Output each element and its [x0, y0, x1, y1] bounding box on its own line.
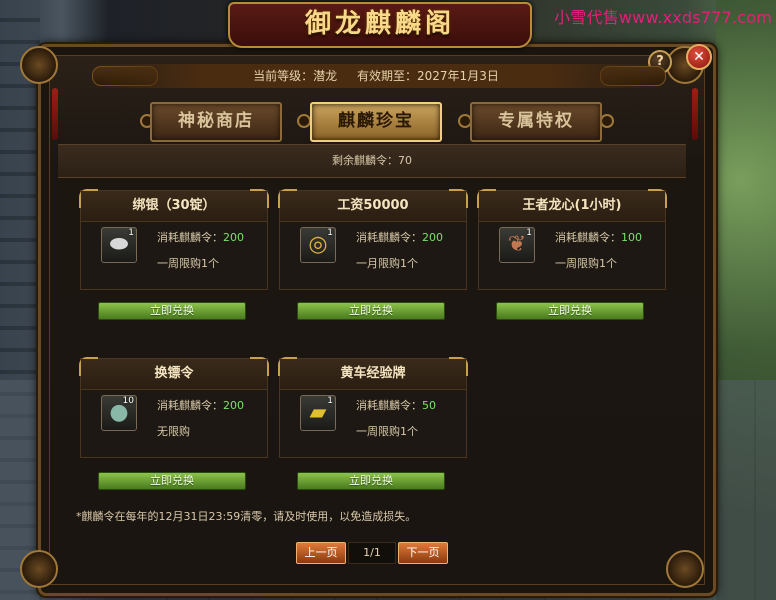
item-limit: 一周限购1个	[157, 257, 219, 270]
expiry-date: 有效期至：2027年1月3日	[357, 69, 499, 83]
info-bar: 当前等级：潜龙 有效期至：2027年1月3日	[88, 64, 664, 88]
item-limit: 一月限购1个	[356, 257, 418, 270]
item-count: 10	[122, 396, 134, 406]
corner-ornament	[20, 550, 58, 588]
tab-qilin-treasure[interactable]: 麒麟珍宝	[310, 102, 442, 142]
item-cost: 消耗麒麟令：50	[356, 397, 436, 413]
corner-ornament	[666, 550, 704, 588]
item-limit: 一周限购1个	[356, 425, 418, 438]
item-count: 1	[327, 228, 333, 238]
cost-value: 200	[422, 231, 443, 244]
redeem-button[interactable]: 立即兑换	[297, 302, 445, 320]
tassel-right	[692, 88, 698, 140]
tassel-left	[52, 88, 58, 140]
shop-item-card: 黄车经验牌 ▰ 1 消耗麒麟令：50 一周限购1个	[278, 357, 468, 458]
watermark: 小雪代售www.xxds777.com	[554, 8, 772, 27]
item-count: 1	[128, 228, 134, 238]
tab-knot-icon	[600, 114, 614, 128]
item-cost: 消耗麒麟令：200	[157, 229, 244, 245]
cost-value: 100	[621, 231, 642, 244]
shop-item-card: 王者龙心(1小时) ❦ 1 消耗麒麟令：100 一周限购1个	[477, 189, 667, 290]
redeem-button[interactable]: 立即兑换	[98, 302, 246, 320]
next-page-button[interactable]: 下一页	[398, 542, 448, 564]
item-title: 黄车经验牌	[280, 359, 466, 390]
close-button[interactable]: ✕	[686, 44, 712, 70]
yellow-cart-icon[interactable]: ▰ 1	[300, 395, 336, 431]
gold-coins-icon[interactable]: ◎ 1	[300, 227, 336, 263]
item-title: 换镖令	[81, 359, 267, 390]
cost-value: 200	[223, 399, 244, 412]
item-count: 1	[327, 396, 333, 406]
cost-label: 消耗麒麟令：	[157, 399, 223, 412]
item-title: 绑银（30锭）	[81, 191, 267, 222]
item-cost: 消耗麒麟令：200	[157, 397, 244, 413]
current-level: 当前等级：潜龙	[253, 69, 338, 83]
reset-notice: *麒麟令在每年的12月31日23:59清零，请及时使用，以免造成损失。	[76, 510, 417, 523]
redeem-button[interactable]: 立即兑换	[297, 472, 445, 490]
cost-label: 消耗麒麟令：	[356, 231, 422, 244]
redeem-button[interactable]: 立即兑换	[98, 472, 246, 490]
tab-exclusive-privilege[interactable]: 专属特权	[470, 102, 602, 142]
silver-ingot-icon[interactable]: ⬬ 1	[101, 227, 137, 263]
cost-value: 50	[422, 399, 436, 412]
cost-label: 消耗麒麟令：	[356, 399, 422, 412]
item-limit: 一周限购1个	[555, 257, 617, 270]
redeem-button[interactable]: 立即兑换	[496, 302, 644, 320]
title-banner: 御龙麒麟阁	[228, 2, 532, 48]
item-cost: 消耗麒麟令：200	[356, 229, 443, 245]
dragon-heart-icon[interactable]: ❦ 1	[499, 227, 535, 263]
cost-label: 消耗麒麟令：	[555, 231, 621, 244]
item-count: 1	[526, 228, 532, 238]
remaining-tokens: 剩余麒麟令：70	[58, 144, 686, 178]
item-cost: 消耗麒麟令：100	[555, 229, 642, 245]
corner-ornament	[20, 46, 58, 84]
shop-item-card: 换镖令 ● 10 消耗麒麟令：200 无限购	[79, 357, 269, 458]
cost-label: 消耗麒麟令：	[157, 231, 223, 244]
tab-mystery-shop[interactable]: 神秘商店	[150, 102, 282, 142]
item-title: 王者龙心(1小时)	[479, 191, 665, 222]
shop-item-card: 绑银（30锭） ⬬ 1 消耗麒麟令：200 一周限购1个	[79, 189, 269, 290]
item-title: 工资50000	[280, 191, 466, 222]
window-title: 御龙麒麟阁	[304, 9, 455, 39]
prev-page-button[interactable]: 上一页	[296, 542, 346, 564]
item-limit: 无限购	[157, 425, 190, 438]
page-indicator: 1/1	[348, 542, 396, 564]
cost-value: 200	[223, 231, 244, 244]
escort-token-icon[interactable]: ● 10	[101, 395, 137, 431]
shop-item-card: 工资50000 ◎ 1 消耗麒麟令：200 一月限购1个	[278, 189, 468, 290]
tab-knot-icon	[297, 114, 311, 128]
